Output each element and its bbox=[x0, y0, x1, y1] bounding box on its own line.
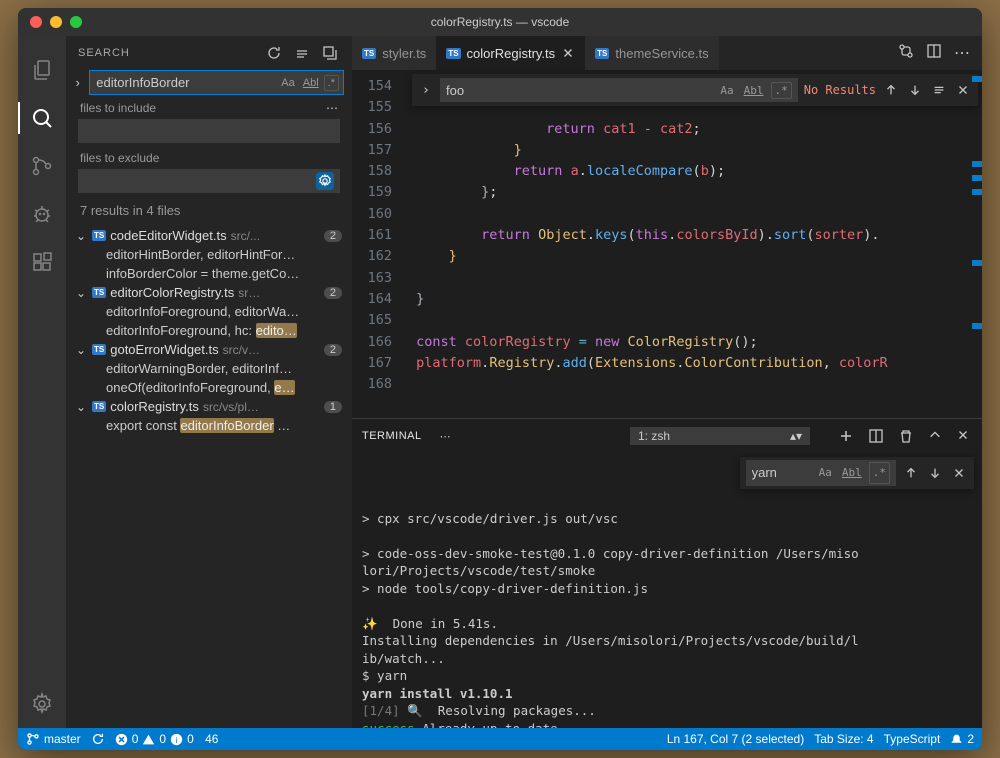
new-terminal-icon[interactable] bbox=[836, 426, 856, 446]
exclude-input[interactable] bbox=[78, 169, 340, 193]
file-row[interactable]: ⌄TScodeEditorWidget.tssrc/...2 bbox=[66, 226, 352, 245]
sync-icon[interactable] bbox=[91, 732, 105, 746]
find-match-case-icon[interactable]: Aa bbox=[717, 83, 736, 98]
collapse-icon[interactable] bbox=[320, 43, 340, 63]
search-icon[interactable] bbox=[18, 94, 66, 142]
results-summary: 7 results in 4 files bbox=[66, 195, 352, 226]
match-row[interactable]: editorInfoForeground, editorWa… bbox=[66, 302, 352, 321]
find-regex-icon[interactable]: .* bbox=[771, 82, 792, 99]
tfind-close-icon[interactable] bbox=[950, 464, 968, 482]
file-row[interactable]: ⌄TSgotoErrorWidget.tssrc/v…2 bbox=[66, 340, 352, 359]
search-results: ⌄TScodeEditorWidget.tssrc/...2editorHint… bbox=[66, 226, 352, 728]
overview-ruler bbox=[972, 70, 982, 418]
tfind-next-icon[interactable] bbox=[926, 464, 944, 482]
match-case-icon[interactable]: Aa bbox=[278, 75, 297, 91]
window-title: colorRegistry.ts — vscode bbox=[18, 15, 982, 29]
indentation[interactable]: Tab Size: 4 bbox=[814, 732, 873, 746]
use-exclude-settings-icon[interactable] bbox=[316, 172, 334, 190]
explorer-icon[interactable] bbox=[18, 46, 66, 94]
find-status: No Results bbox=[804, 83, 876, 97]
problems[interactable]: 0 0 i0 46 bbox=[115, 732, 219, 746]
find-toggle-replace[interactable]: › bbox=[418, 82, 434, 98]
clear-icon[interactable] bbox=[292, 43, 312, 63]
language-mode[interactable]: TypeScript bbox=[884, 732, 941, 746]
activity-bar bbox=[18, 36, 66, 728]
refresh-icon[interactable] bbox=[264, 43, 284, 63]
maximize-panel-icon[interactable] bbox=[926, 426, 944, 446]
panel-more-icon[interactable]: ⋯ bbox=[438, 428, 453, 445]
tab-close-icon[interactable] bbox=[561, 46, 575, 60]
window-close[interactable] bbox=[30, 16, 42, 28]
match-row[interactable]: infoBorderColor = theme.getCo… bbox=[66, 264, 352, 283]
file-row[interactable]: ⌄TSeditorColorRegistry.tssr…2 bbox=[66, 283, 352, 302]
split-editor-icon[interactable] bbox=[924, 41, 944, 65]
match-row[interactable]: editorWarningBorder, editorInf… bbox=[66, 359, 352, 378]
debug-icon[interactable] bbox=[18, 190, 66, 238]
regex-icon[interactable]: .* bbox=[324, 75, 339, 91]
sidebar-title: SEARCH bbox=[78, 47, 256, 59]
match-row[interactable]: export const editorInfoBorder … bbox=[66, 416, 352, 435]
match-row[interactable]: editorInfoForeground, hc: edito… bbox=[66, 321, 352, 340]
settings-gear-icon[interactable] bbox=[18, 680, 66, 728]
editor-find-widget: › Aa Abl .* No Results bbox=[412, 74, 978, 106]
tfind-match-word-icon[interactable]: Abl bbox=[839, 463, 865, 483]
toggle-replace-icon[interactable]: › bbox=[70, 75, 85, 90]
more-icon[interactable]: ⋯ bbox=[326, 101, 338, 115]
window-minimize[interactable] bbox=[50, 16, 62, 28]
match-row[interactable]: editorHintBorder, editorHintFor… bbox=[66, 245, 352, 264]
terminal-select[interactable]: 1: zsh▴▾ bbox=[630, 427, 810, 445]
find-match-word-icon[interactable]: Abl bbox=[741, 83, 767, 98]
line-numbers: 1541551561571581591601611621631641651661… bbox=[352, 70, 408, 418]
git-branch[interactable]: master bbox=[26, 732, 81, 746]
search-sidebar: SEARCH › Aa Abl .* files to include⋯ f bbox=[66, 36, 352, 728]
titlebar: colorRegistry.ts — vscode bbox=[18, 8, 982, 36]
status-bar: master 0 0 i0 46 Ln 167, Col 7 (2 select… bbox=[18, 728, 982, 750]
tfind-regex-icon[interactable]: .* bbox=[869, 462, 890, 484]
find-selection-icon[interactable] bbox=[930, 81, 948, 99]
editor-tab[interactable]: TSstyler.ts bbox=[352, 36, 436, 70]
cursor-position[interactable]: Ln 167, Col 7 (2 selected) bbox=[667, 732, 804, 746]
find-input[interactable] bbox=[446, 83, 713, 98]
tfind-match-case-icon[interactable]: Aa bbox=[816, 463, 835, 483]
close-panel-icon[interactable] bbox=[954, 426, 972, 446]
window-zoom[interactable] bbox=[70, 16, 82, 28]
extensions-icon[interactable] bbox=[18, 238, 66, 286]
terminal-output[interactable]: Aa Abl .* > cpx src/vscode/driver.js out… bbox=[352, 453, 982, 728]
match-row[interactable]: oneOf(editorInfoForeground, e… bbox=[66, 378, 352, 397]
notifications[interactable]: 2 bbox=[950, 732, 974, 746]
tfind-prev-icon[interactable] bbox=[902, 464, 920, 482]
editor-tab[interactable]: TScolorRegistry.ts bbox=[436, 36, 585, 70]
find-next-icon[interactable] bbox=[906, 81, 924, 99]
editor-tab[interactable]: TSthemeService.ts bbox=[585, 36, 718, 70]
compare-changes-icon[interactable] bbox=[896, 41, 916, 65]
find-close-icon[interactable] bbox=[954, 81, 972, 99]
more-actions-icon[interactable]: ⋯ bbox=[952, 41, 972, 65]
match-word-icon[interactable]: Abl bbox=[300, 75, 322, 91]
find-prev-icon[interactable] bbox=[882, 81, 900, 99]
include-input[interactable] bbox=[78, 119, 340, 143]
svg-text:i: i bbox=[176, 735, 178, 744]
terminal-tab[interactable]: TERMINAL bbox=[362, 430, 422, 442]
kill-terminal-icon[interactable] bbox=[896, 426, 916, 446]
terminal-find-widget: Aa Abl .* bbox=[740, 457, 974, 489]
source-control-icon[interactable] bbox=[18, 142, 66, 190]
split-terminal-icon[interactable] bbox=[866, 426, 886, 446]
search-input[interactable] bbox=[90, 71, 278, 94]
terminal-find-input[interactable] bbox=[752, 465, 812, 480]
file-row[interactable]: ⌄TScolorRegistry.tssrc/vs/pl…1 bbox=[66, 397, 352, 416]
editor-tabs: TSstyler.tsTScolorRegistry.tsTSthemeServ… bbox=[352, 36, 982, 70]
include-label: files to include bbox=[80, 101, 156, 115]
exclude-label: files to exclude bbox=[80, 151, 159, 165]
code-area[interactable]: return cat1 - cat2; } return a.localeCom… bbox=[408, 70, 982, 418]
